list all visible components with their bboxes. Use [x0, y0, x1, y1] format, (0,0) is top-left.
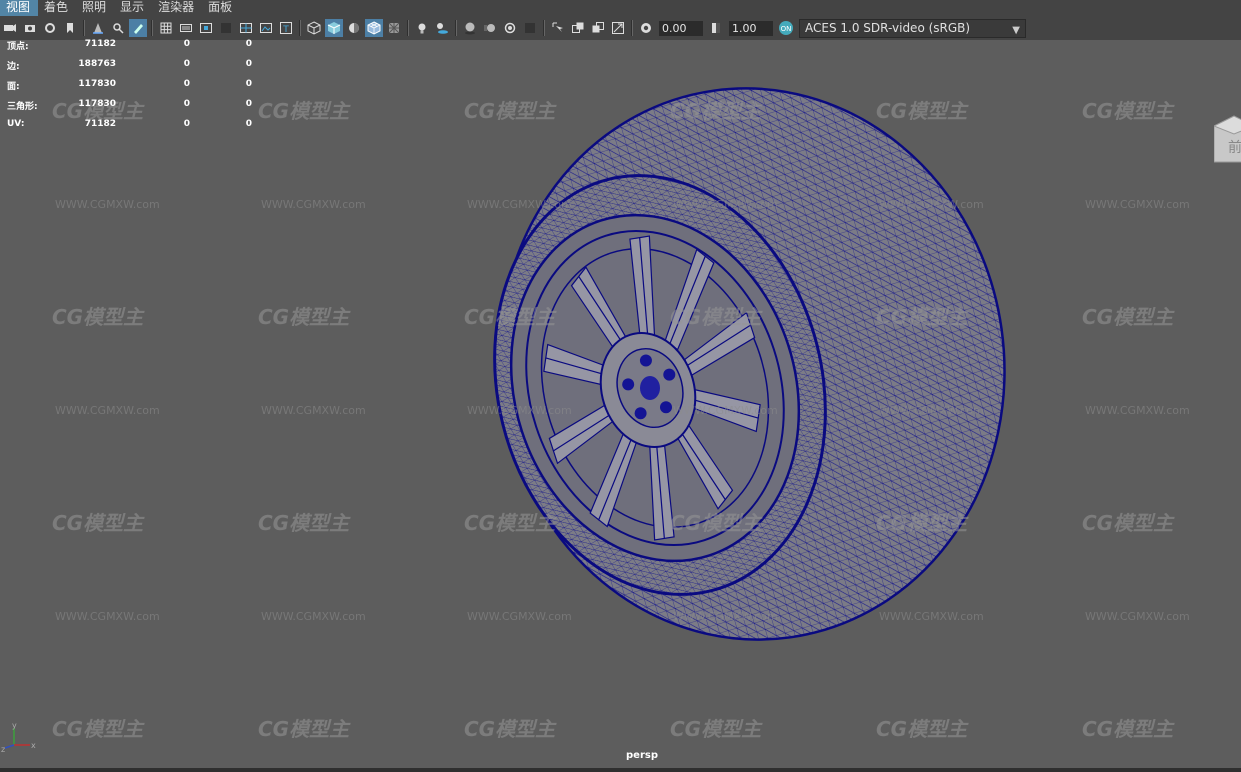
- camera-attributes-icon[interactable]: [21, 19, 39, 37]
- backface-culling-icon[interactable]: [609, 19, 627, 37]
- color-management-icon[interactable]: ON: [777, 19, 795, 37]
- toolbar-separator: [83, 20, 85, 36]
- hud-value: 117830: [78, 99, 116, 109]
- hud-row: 面: 117830 0 0: [4, 77, 264, 97]
- menu-shading[interactable]: 着色: [38, 0, 76, 16]
- xray-icon[interactable]: [385, 19, 403, 37]
- ambient-occlusion-icon[interactable]: [461, 19, 479, 37]
- toolbar-separator: [631, 20, 633, 36]
- hud-value: 0: [245, 79, 252, 89]
- hud-value: 0: [245, 99, 252, 109]
- poly-count-hud: 顶点: 71182 0 0 边: 188763 0 0 面: 117830 0 0 三角形: 117830…: [4, 37, 264, 137]
- resolution-gate-icon[interactable]: [197, 19, 215, 37]
- hud-value: 0: [183, 119, 190, 129]
- hud-value: 0: [183, 99, 190, 109]
- hud-value: 0: [183, 39, 190, 49]
- view-transform-dropdown[interactable]: ACES 1.0 SDR-video (sRGB) ▼: [799, 18, 1026, 38]
- menu-panels[interactable]: 面板: [202, 0, 240, 16]
- hud-row: UV: 71182 0 0: [4, 117, 264, 137]
- grid-icon[interactable]: [157, 19, 175, 37]
- persp-viewport[interactable]: y x z CG模型主 CG模型主 CG模型主 CG模型主 CG模型主 CG模型主 CG模型…: [0, 40, 1241, 768]
- view-transform-value: ACES 1.0 SDR-video (sRGB): [805, 20, 971, 35]
- lug-nut: [639, 354, 652, 367]
- hud-label: 顶点:: [7, 42, 29, 52]
- lug-nut: [634, 407, 647, 420]
- default-material-icon[interactable]: [345, 19, 363, 37]
- lug-nut: [659, 401, 672, 414]
- use-all-lights-icon[interactable]: [413, 19, 431, 37]
- hud-value: 0: [245, 119, 252, 129]
- smooth-shade-icon[interactable]: [325, 19, 343, 37]
- shadows-icon[interactable]: [433, 19, 451, 37]
- safe-action-icon[interactable]: [257, 19, 275, 37]
- pan-icon[interactable]: [109, 19, 127, 37]
- hud-row: 三角形: 117830 0 0: [4, 97, 264, 117]
- svg-text:T: T: [282, 25, 289, 35]
- menu-show[interactable]: 显示: [114, 0, 152, 16]
- gamma-field[interactable]: 0.00: [659, 20, 703, 36]
- camera-name-label: persp: [626, 750, 658, 761]
- hud-row: 边: 188763 0 0: [4, 57, 264, 77]
- menu-view[interactable]: 视图: [0, 0, 39, 16]
- view-cube-front-label: 前: [1228, 139, 1241, 156]
- xray-joints-icon[interactable]: [569, 19, 587, 37]
- viewport-bottom-border: [0, 768, 1241, 772]
- view-cube[interactable]: 前: [1214, 108, 1241, 170]
- multisample-aa-icon[interactable]: [501, 19, 519, 37]
- hud-value: 0: [183, 79, 190, 89]
- hud-value: 0: [245, 59, 252, 69]
- svg-text:ON: ON: [781, 25, 792, 33]
- axis-gizmo: y x z: [1, 721, 36, 754]
- exposure-field[interactable]: 1.00: [729, 20, 773, 36]
- hud-value: 0: [245, 39, 252, 49]
- toolbar-separator: [299, 20, 301, 36]
- chevron-down-icon: ▼: [1012, 24, 1020, 36]
- lug-nut: [622, 378, 635, 391]
- field-chart-icon[interactable]: [237, 19, 255, 37]
- 2d-pan-zoom-icon[interactable]: [89, 19, 107, 37]
- gamma-icon[interactable]: [637, 19, 655, 37]
- maya-viewport-window: 视图 着色 照明 显示 渲染器 面板 T 0.00 1.00 ON ACES 1…: [0, 0, 1241, 772]
- hud-row: 顶点: 71182 0 0: [4, 37, 264, 57]
- hud-label: 面:: [7, 82, 20, 92]
- hud-value: 188763: [78, 59, 116, 69]
- menu-lighting[interactable]: 照明: [76, 0, 114, 16]
- image-plane-icon[interactable]: [61, 19, 79, 37]
- hud-value: 117830: [78, 79, 116, 89]
- gate-mask-icon[interactable]: [217, 19, 235, 37]
- hud-value: 0: [183, 59, 190, 69]
- axis-z-label: z: [1, 745, 5, 754]
- axis-x-label: x: [31, 741, 36, 750]
- wireframe-icon[interactable]: [305, 19, 323, 37]
- film-gate-icon[interactable]: [177, 19, 195, 37]
- hud-label: 三角形:: [7, 102, 38, 112]
- bookmark-icon[interactable]: [41, 19, 59, 37]
- hud-label: 边:: [7, 62, 20, 72]
- grease-pencil-icon[interactable]: [129, 19, 147, 37]
- wireframe-on-shaded-icon[interactable]: [365, 19, 383, 37]
- select-camera-icon[interactable]: [1, 19, 19, 37]
- lug-nut: [663, 368, 676, 381]
- xray-active-icon[interactable]: [589, 19, 607, 37]
- axis-y-label: y: [12, 721, 17, 730]
- viewport-canvas: y x z: [1, 87, 1006, 754]
- toolbar-separator: [455, 20, 457, 36]
- safe-title-icon[interactable]: T: [277, 19, 295, 37]
- exposure-icon[interactable]: [707, 19, 725, 37]
- toolbar-separator: [543, 20, 545, 36]
- motion-blur-icon[interactable]: [481, 19, 499, 37]
- menu-renderer[interactable]: 渲染器: [152, 0, 202, 16]
- toolbar-separator: [407, 20, 409, 36]
- isolate-select-icon[interactable]: [549, 19, 567, 37]
- hud-value: 71182: [84, 119, 116, 129]
- depth-of-field-icon[interactable]: [521, 19, 539, 37]
- toolbar-separator: [151, 20, 153, 36]
- hud-label: UV:: [7, 119, 25, 129]
- hud-value: 71182: [84, 39, 116, 49]
- panel-menu-bar: 视图 着色 照明 显示 渲染器 面板: [0, 0, 1241, 16]
